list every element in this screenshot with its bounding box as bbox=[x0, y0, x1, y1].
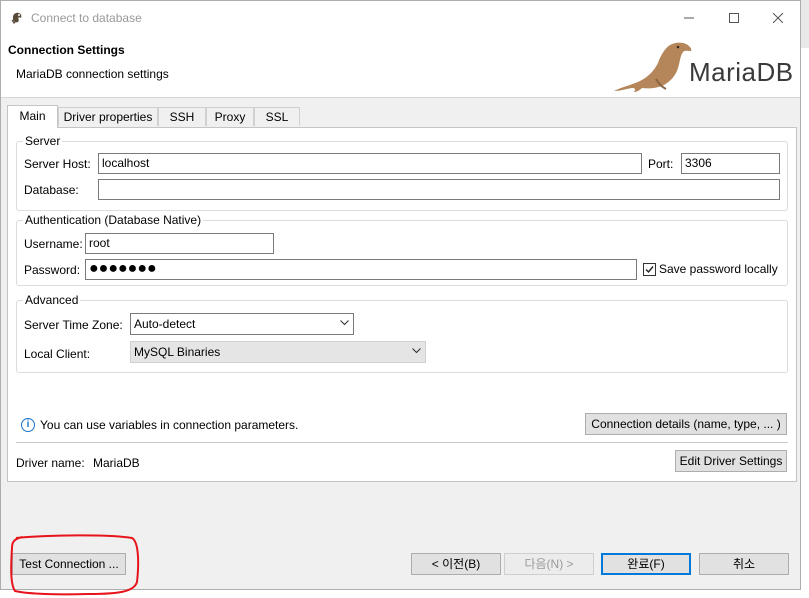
local-client-value: MySQL Binaries bbox=[134, 345, 221, 359]
username-label: Username: bbox=[24, 237, 83, 251]
server-group-label: Server bbox=[23, 134, 63, 148]
info-icon: i bbox=[21, 418, 35, 432]
driver-name-value: MariaDB bbox=[93, 456, 140, 470]
wizard-header: Connection Settings MariaDB connection s… bbox=[1, 35, 800, 98]
checkmark-icon bbox=[645, 266, 654, 274]
logo-text: MariaDB bbox=[689, 57, 794, 87]
next-button: 다음(N) > bbox=[504, 553, 594, 575]
database-label: Database: bbox=[24, 183, 79, 197]
local-client-select[interactable]: MySQL Binaries bbox=[130, 341, 426, 363]
server-host-input[interactable]: localhost bbox=[98, 153, 642, 174]
tab-main[interactable]: Main bbox=[7, 105, 58, 128]
maximize-icon bbox=[729, 13, 739, 23]
title-bar: Connect to database bbox=[1, 1, 800, 35]
desktop-background bbox=[801, 0, 809, 598]
desktop-edge bbox=[801, 0, 809, 48]
finish-button[interactable]: 완료(F) bbox=[601, 553, 691, 575]
password-input[interactable]: ●●●●●●● bbox=[85, 259, 637, 280]
minimize-icon bbox=[684, 17, 694, 19]
server-group: Server bbox=[16, 134, 788, 211]
save-password-label[interactable]: Save password locally bbox=[659, 262, 778, 276]
connection-details-button[interactable]: Connection details (name, type, ... ) bbox=[585, 413, 787, 435]
tab-ssh[interactable]: SSH bbox=[158, 107, 206, 126]
save-password-checkbox[interactable] bbox=[643, 263, 656, 276]
chevron-down-icon bbox=[340, 320, 349, 326]
password-label: Password: bbox=[24, 263, 81, 277]
dialog-window: Connect to database Connection Settings … bbox=[0, 0, 801, 590]
server-time-zone-label: Server Time Zone: bbox=[24, 318, 123, 332]
dbeaver-app-icon bbox=[11, 12, 22, 24]
minimize-button[interactable] bbox=[677, 7, 701, 29]
window-title: Connect to database bbox=[31, 11, 142, 25]
cancel-button[interactable]: 취소 bbox=[699, 553, 789, 575]
separator bbox=[16, 442, 788, 443]
port-input[interactable]: 3306 bbox=[681, 153, 780, 174]
page-subtitle: MariaDB connection settings bbox=[16, 67, 169, 81]
page-title: Connection Settings bbox=[8, 43, 125, 57]
driver-name-label: Driver name: bbox=[16, 456, 85, 470]
back-button[interactable]: < 이전(B) bbox=[411, 553, 501, 575]
edit-driver-settings-button[interactable]: Edit Driver Settings bbox=[675, 450, 787, 472]
server-host-label: Server Host: bbox=[24, 157, 91, 171]
tab-proxy[interactable]: Proxy bbox=[206, 107, 254, 126]
server-time-zone-select[interactable]: Auto-detect bbox=[130, 313, 354, 335]
server-time-zone-value: Auto-detect bbox=[134, 317, 196, 331]
close-button[interactable] bbox=[766, 7, 790, 29]
tab-driver-properties[interactable]: Driver properties bbox=[58, 107, 158, 126]
close-icon bbox=[772, 12, 784, 24]
mariadb-logo: MariaDB bbox=[612, 35, 802, 95]
main-tab-panel: Server Server Host: localhost Port: 3306… bbox=[7, 127, 797, 482]
red-annotation-circle bbox=[10, 534, 140, 596]
advanced-group-label: Advanced bbox=[23, 293, 81, 307]
variables-info-text: You can use variables in connection para… bbox=[40, 418, 299, 432]
sea-lion-icon bbox=[614, 42, 692, 92]
authentication-group-label: Authentication (Database Native) bbox=[23, 213, 204, 227]
username-input[interactable]: root bbox=[85, 233, 274, 254]
tab-ssl[interactable]: SSL bbox=[254, 107, 300, 126]
database-input[interactable] bbox=[98, 179, 780, 200]
maximize-button[interactable] bbox=[722, 7, 746, 29]
local-client-label: Local Client: bbox=[24, 347, 91, 361]
port-label: Port: bbox=[648, 157, 674, 171]
chevron-down-icon bbox=[412, 348, 421, 354]
